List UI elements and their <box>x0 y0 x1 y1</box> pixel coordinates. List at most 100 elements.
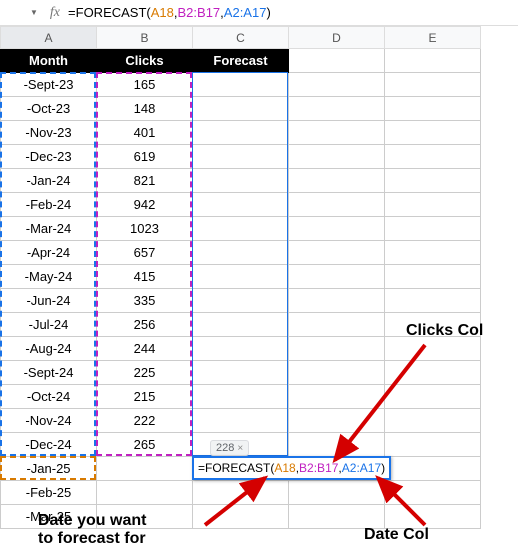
cell[interactable] <box>385 409 481 433</box>
cell-month[interactable]: -Jul-24 <box>1 313 97 337</box>
cell[interactable] <box>289 313 385 337</box>
cell[interactable] <box>385 73 481 97</box>
cell[interactable] <box>289 433 385 457</box>
cell-month[interactable]: -Oct-23 <box>1 97 97 121</box>
cell-month[interactable]: -Sept-23 <box>1 73 97 97</box>
cell-clicks[interactable] <box>97 481 193 505</box>
cell-clicks[interactable] <box>97 457 193 481</box>
cell-month[interactable]: -Nov-24 <box>1 409 97 433</box>
col-header-c[interactable]: C <box>193 27 289 49</box>
cell[interactable] <box>289 145 385 169</box>
cell-clicks[interactable]: 256 <box>97 313 193 337</box>
cell-clicks[interactable]: 401 <box>97 121 193 145</box>
cell[interactable] <box>385 217 481 241</box>
cell-clicks[interactable]: 148 <box>97 97 193 121</box>
cell-clicks[interactable]: 244 <box>97 337 193 361</box>
cell[interactable] <box>385 121 481 145</box>
cell-month[interactable]: -Dec-23 <box>1 145 97 169</box>
cell-clicks[interactable]: 335 <box>97 289 193 313</box>
col-header-a[interactable]: A <box>1 27 97 49</box>
cell-month[interactable]: -Jan-25 <box>1 457 97 481</box>
cell-clicks[interactable]: 619 <box>97 145 193 169</box>
cell-month[interactable]: -Nov-23 <box>1 121 97 145</box>
col-header-b[interactable]: B <box>97 27 193 49</box>
cell-forecast[interactable] <box>193 145 289 169</box>
cell-month[interactable]: -Dec-24 <box>1 433 97 457</box>
cell[interactable] <box>289 73 385 97</box>
cell-forecast[interactable] <box>193 121 289 145</box>
cell-clicks[interactable]: 225 <box>97 361 193 385</box>
cell[interactable] <box>385 169 481 193</box>
formula-bar-input[interactable]: =FORECAST(A18,B2:B17,A2:A17) <box>68 5 271 20</box>
cell[interactable] <box>385 505 481 529</box>
dropdown-icon[interactable]: ▼ <box>30 8 38 17</box>
cell[interactable] <box>385 193 481 217</box>
cell[interactable] <box>289 505 385 529</box>
cell-forecast[interactable] <box>193 241 289 265</box>
cell-clicks[interactable]: 222 <box>97 409 193 433</box>
cell[interactable] <box>385 361 481 385</box>
cell-month[interactable]: -Feb-24 <box>1 193 97 217</box>
cell[interactable] <box>289 409 385 433</box>
header-month[interactable]: Month <box>1 49 97 73</box>
cell[interactable] <box>385 385 481 409</box>
cell-clicks[interactable]: 165 <box>97 73 193 97</box>
cell-clicks[interactable]: 657 <box>97 241 193 265</box>
cell-forecast[interactable] <box>193 169 289 193</box>
cell-clicks[interactable]: 1023 <box>97 217 193 241</box>
cell[interactable] <box>289 217 385 241</box>
cell-month[interactable]: -Oct-24 <box>1 385 97 409</box>
cell[interactable] <box>289 481 385 505</box>
cell-clicks[interactable]: 942 <box>97 193 193 217</box>
cell[interactable] <box>289 121 385 145</box>
cell[interactable] <box>385 289 481 313</box>
close-icon[interactable]: × <box>237 443 243 454</box>
cell-clicks[interactable]: 415 <box>97 265 193 289</box>
cell[interactable] <box>289 193 385 217</box>
cell-month[interactable]: -Jan-24 <box>1 169 97 193</box>
cell[interactable] <box>385 337 481 361</box>
cell-forecast[interactable] <box>193 313 289 337</box>
cell-clicks[interactable]: 265 <box>97 433 193 457</box>
cell-forecast[interactable] <box>193 73 289 97</box>
cell[interactable] <box>289 265 385 289</box>
cell-forecast[interactable] <box>193 265 289 289</box>
header-clicks[interactable]: Clicks <box>97 49 193 73</box>
cell-forecast[interactable] <box>193 97 289 121</box>
cell-editor[interactable]: =FORECAST(A18,B2:B17,A2:A17) <box>192 456 391 480</box>
cell[interactable] <box>289 241 385 265</box>
cell-forecast[interactable] <box>193 337 289 361</box>
cell-forecast[interactable] <box>193 193 289 217</box>
cell-month[interactable]: -May-24 <box>1 265 97 289</box>
cell[interactable] <box>385 265 481 289</box>
cell-forecast[interactable] <box>193 409 289 433</box>
cell-forecast[interactable] <box>193 505 289 529</box>
cell[interactable] <box>385 97 481 121</box>
cell[interactable] <box>385 433 481 457</box>
cell-forecast[interactable] <box>193 217 289 241</box>
cell[interactable] <box>385 145 481 169</box>
cell[interactable] <box>289 337 385 361</box>
cell[interactable] <box>289 289 385 313</box>
cell-forecast[interactable] <box>193 361 289 385</box>
cell[interactable] <box>289 97 385 121</box>
cell[interactable] <box>385 241 481 265</box>
header-forecast[interactable]: Forecast <box>193 49 289 73</box>
cell-month[interactable]: -Mar-24 <box>1 217 97 241</box>
cell-month[interactable]: -Apr-24 <box>1 241 97 265</box>
cell-forecast[interactable] <box>193 289 289 313</box>
cell-month[interactable]: -Feb-25 <box>1 481 97 505</box>
col-header-d[interactable]: D <box>289 27 385 49</box>
cell[interactable] <box>289 169 385 193</box>
cell[interactable] <box>289 361 385 385</box>
cell[interactable] <box>385 457 481 481</box>
cell-month[interactable]: -Jun-24 <box>1 289 97 313</box>
cell[interactable] <box>289 385 385 409</box>
cell-month[interactable]: -Aug-24 <box>1 337 97 361</box>
cell[interactable] <box>385 481 481 505</box>
cell-forecast[interactable] <box>193 385 289 409</box>
cell-month[interactable]: -Sept-24 <box>1 361 97 385</box>
cell-forecast[interactable] <box>193 481 289 505</box>
col-header-e[interactable]: E <box>385 27 481 49</box>
cell-clicks[interactable]: 821 <box>97 169 193 193</box>
